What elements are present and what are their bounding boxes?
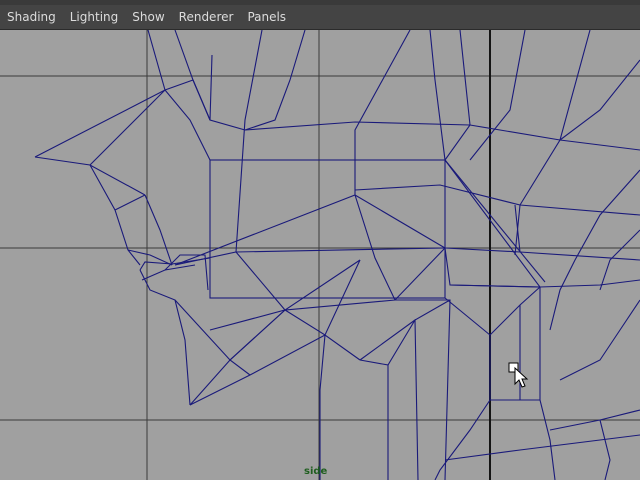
move-tool-cursor-icon <box>508 362 529 388</box>
mesh-wireframe[interactable] <box>34 30 640 480</box>
menu-shading[interactable]: Shading <box>0 5 63 29</box>
menu-show[interactable]: Show <box>125 5 171 29</box>
panel-menu-bar: Shading Lighting Show Renderer Panels <box>0 5 640 30</box>
menu-panels[interactable]: Panels <box>240 5 293 29</box>
menu-renderer[interactable]: Renderer <box>172 5 241 29</box>
camera-label: side <box>304 466 328 477</box>
side-viewport[interactable] <box>0 30 640 480</box>
menu-lighting[interactable]: Lighting <box>63 5 126 29</box>
